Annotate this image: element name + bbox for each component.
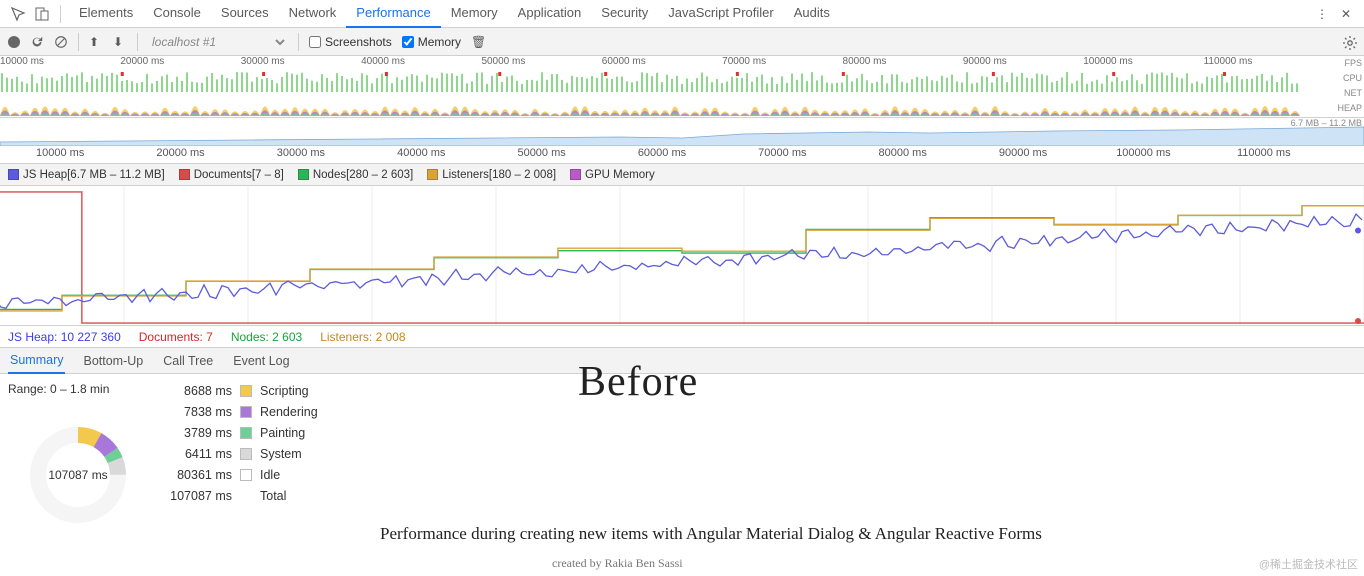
stat-jsheap: JS Heap: 10 227 360 <box>8 330 121 344</box>
breakdown-scripting: 8688 msScripting <box>168 384 318 398</box>
reload-icon[interactable] <box>30 35 44 49</box>
memory-chart[interactable] <box>0 186 1364 326</box>
close-icon[interactable]: ✕ <box>1336 4 1356 24</box>
tab-elements[interactable]: Elements <box>69 0 143 28</box>
legend-jsheap[interactable]: JS Heap[6.7 MB – 11.2 MB] <box>8 169 165 181</box>
tab-security[interactable]: Security <box>591 0 658 28</box>
performance-toolbar: ⬆ ⬇ localhost #1 Screenshots Memory 🗑 <box>0 28 1364 56</box>
legend-listeners[interactable]: Listeners[180 – 2 008] <box>427 169 556 181</box>
tab-application[interactable]: Application <box>508 0 592 28</box>
legend-nodes[interactable]: Nodes[280 – 2 603] <box>298 169 413 181</box>
screenshots-toggle[interactable]: Screenshots <box>309 35 392 49</box>
memory-checkbox[interactable] <box>402 36 414 48</box>
details-tab-event-log[interactable]: Event Log <box>231 349 291 373</box>
screenshots-checkbox[interactable] <box>309 36 321 48</box>
stat-listeners: Listeners: 2 008 <box>320 330 405 344</box>
annotation-title: Performance during creating new items wi… <box>380 524 1042 544</box>
legend-documents[interactable]: Documents[7 – 8] <box>179 169 284 181</box>
watermark: @稀土掘金技术社区 <box>1259 556 1358 572</box>
breakdown-system: 6411 msSystem <box>168 447 318 461</box>
stat-nodes: Nodes: 2 603 <box>231 330 302 344</box>
breakdown-idle: 80361 msIdle <box>168 468 318 482</box>
timeline-overview[interactable]: 10000 ms20000 ms30000 ms40000 ms50000 ms… <box>0 56 1364 118</box>
memory-stats-row: JS Heap: 10 227 360 Documents: 7 Nodes: … <box>0 326 1364 348</box>
annotation-credit: created by Rakia Ben Sassi <box>552 556 683 571</box>
memory-legend: JS Heap[6.7 MB – 11.2 MB] Documents[7 – … <box>0 164 1364 186</box>
kebab-menu-icon[interactable]: ⋮ <box>1312 4 1332 24</box>
summary-donut: 107087 ms <box>8 402 148 530</box>
overview-side-labels: FPS CPU NET HEAP <box>1324 56 1364 117</box>
svg-text:107087 ms: 107087 ms <box>48 468 107 482</box>
tab-javascript-profiler[interactable]: JavaScript Profiler <box>658 0 783 28</box>
heap-range-label: 6.7 MB – 11.2 MB <box>1291 118 1362 128</box>
details-tab-summary[interactable]: Summary <box>8 348 65 374</box>
tab-console[interactable]: Console <box>143 0 211 28</box>
tab-sources[interactable]: Sources <box>211 0 279 28</box>
annotation-before: Before <box>578 358 698 406</box>
heap-overview[interactable]: 10000 ms20000 ms30000 ms40000 ms50000 ms… <box>0 118 1364 164</box>
clear-icon[interactable] <box>54 35 68 49</box>
load-profile-icon[interactable]: ⬆ <box>89 35 103 49</box>
save-profile-icon[interactable]: ⬇ <box>113 35 127 49</box>
garbage-collect-icon[interactable]: 🗑 <box>471 35 485 49</box>
breakdown-total: 107087 msTotal <box>168 489 318 503</box>
breakdown-painting: 3789 msPainting <box>168 426 318 440</box>
devtools-top-tabs: ElementsConsoleSourcesNetworkPerformance… <box>0 0 1364 28</box>
summary-range: Range: 0 – 1.8 min <box>8 382 148 396</box>
heap-area <box>0 118 1364 146</box>
record-button[interactable] <box>8 36 20 48</box>
details-tab-call-tree[interactable]: Call Tree <box>161 349 215 373</box>
stat-documents: Documents: 7 <box>139 330 213 344</box>
inspect-icon[interactable] <box>8 4 28 24</box>
device-toggle-icon[interactable] <box>32 4 52 24</box>
tab-memory[interactable]: Memory <box>441 0 508 28</box>
legend-gpu[interactable]: GPU Memory <box>570 169 655 181</box>
details-tab-bottom-up[interactable]: Bottom-Up <box>81 349 145 373</box>
memory-toggle[interactable]: Memory <box>402 35 461 49</box>
tab-audits[interactable]: Audits <box>784 0 840 28</box>
fps-strip <box>0 70 1300 92</box>
settings-gear-icon[interactable] <box>1342 35 1356 49</box>
profile-select[interactable]: localhost #1 <box>148 34 288 50</box>
tab-network[interactable]: Network <box>279 0 347 28</box>
summary-breakdown: 8688 msScripting 7838 msRendering 3789 msP… <box>168 382 318 530</box>
breakdown-rendering: 7838 msRendering <box>168 405 318 419</box>
tab-performance[interactable]: Performance <box>346 0 440 28</box>
cpu-strip <box>0 94 1300 116</box>
